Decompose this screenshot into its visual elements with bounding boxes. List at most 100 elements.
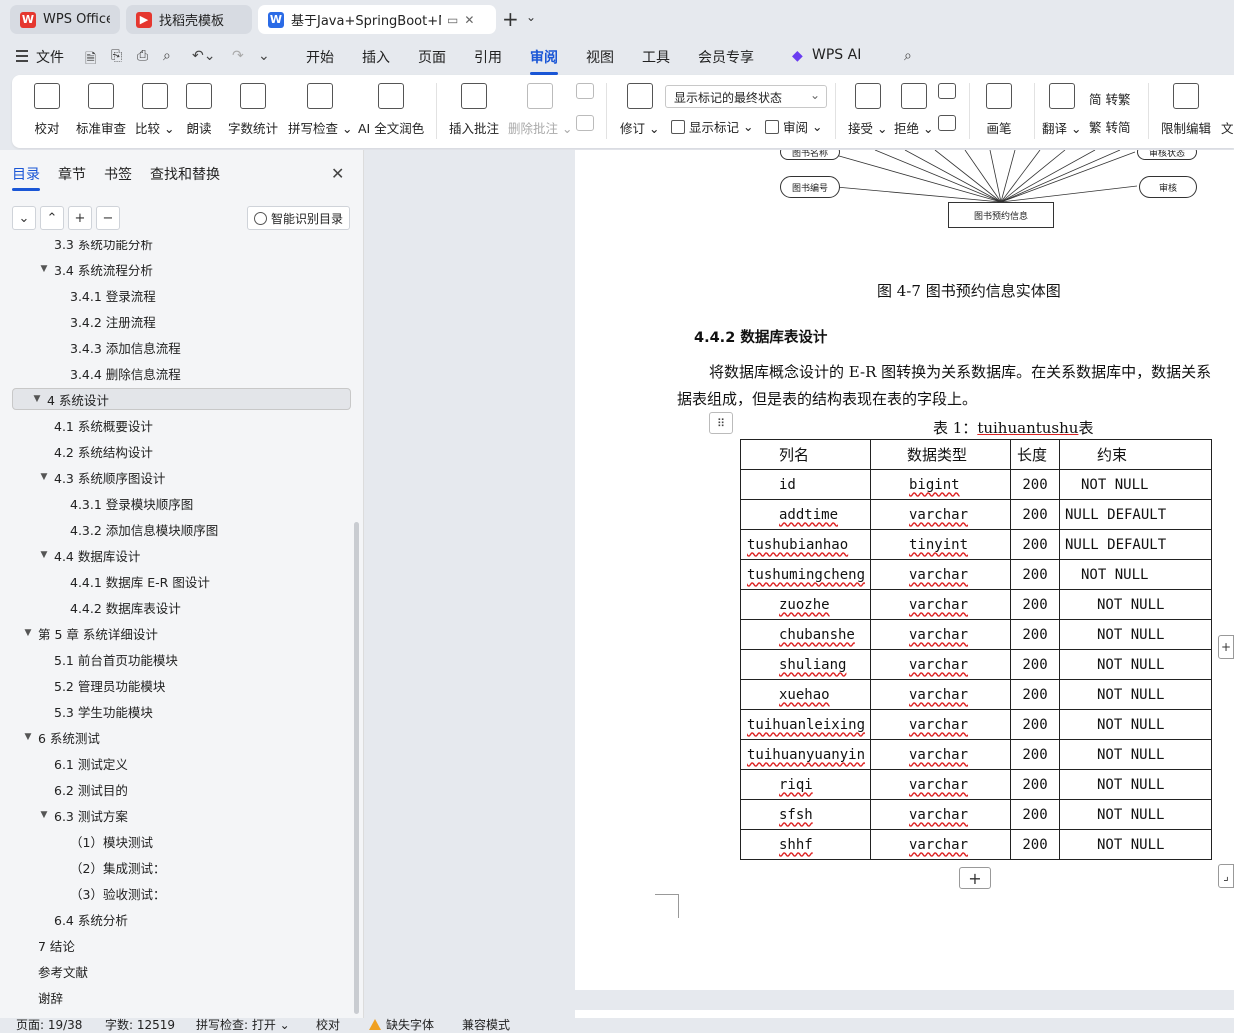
- close-tab-icon[interactable]: ✕: [464, 13, 474, 27]
- to-traditional-button[interactable]: 简 转繁: [1089, 89, 1130, 108]
- table-cell[interactable]: NOT NULL: [1059, 679, 1212, 710]
- table-cell[interactable]: varchar: [870, 589, 1011, 620]
- toc-item[interactable]: 4.3.1 登录模块顺序图: [12, 492, 351, 514]
- collapse-triangle-icon[interactable]: ▼: [38, 810, 50, 820]
- prev-comment-button[interactable]: [576, 83, 594, 99]
- table-cell[interactable]: 200: [1010, 499, 1060, 530]
- table-cell[interactable]: zuozhe: [740, 589, 871, 620]
- quick-access-chevron-icon[interactable]: ⌄: [258, 48, 270, 64]
- restrict-edit-button[interactable]: 限制编辑: [1161, 83, 1211, 137]
- table-cell[interactable]: 200: [1010, 799, 1060, 830]
- proofread-button[interactable]: 校对: [34, 83, 60, 137]
- hamburger-icon[interactable]: [16, 50, 28, 65]
- missing-font-status[interactable]: 缺失字体: [369, 1018, 434, 1033]
- toc-item[interactable]: 5.1 前台首页功能模块: [12, 648, 351, 670]
- toc-item[interactable]: 谢辞: [12, 986, 351, 1008]
- table-cell[interactable]: tuihuanleixing: [740, 709, 871, 740]
- table-cell[interactable]: shhf: [740, 829, 871, 860]
- table-cell[interactable]: varchar: [870, 559, 1011, 590]
- read-aloud-button[interactable]: 朗读: [186, 83, 212, 137]
- export-icon[interactable]: ⎘: [111, 48, 122, 64]
- menu-page[interactable]: 页面: [418, 47, 446, 67]
- toc-item[interactable]: （3）验收测试：: [12, 882, 351, 904]
- table-cell[interactable]: 200: [1010, 829, 1060, 860]
- table-cell[interactable]: 200: [1010, 769, 1060, 800]
- table-cell[interactable]: 200: [1010, 559, 1060, 590]
- toc-item[interactable]: 7 结论: [12, 934, 351, 956]
- table-cell[interactable]: id: [740, 469, 871, 500]
- toc-item[interactable]: （1）模块测试: [12, 830, 351, 852]
- table-cell[interactable]: xuehao: [740, 679, 871, 710]
- new-tab-icon[interactable]: +: [502, 7, 519, 31]
- table-cell[interactable]: tushumingcheng: [740, 559, 871, 590]
- show-markup-button[interactable]: 显示标记 ⌄: [671, 117, 753, 136]
- tab-chapters[interactable]: 章节: [58, 164, 86, 184]
- spell-check-button[interactable]: 拼写检查 ⌄: [288, 83, 352, 137]
- table-cell[interactable]: 200: [1010, 619, 1060, 650]
- table-cell[interactable]: varchar: [870, 499, 1011, 530]
- table-cell[interactable]: 200: [1010, 709, 1060, 740]
- table-cell[interactable]: varchar: [870, 619, 1011, 650]
- toc-item[interactable]: ▼ 4.4 数据库设计: [12, 544, 351, 566]
- toc-item[interactable]: 4.1 系统概要设计: [12, 414, 351, 436]
- reject-button[interactable]: 拒绝 ⌄: [894, 83, 933, 137]
- table-cell[interactable]: 200: [1010, 649, 1060, 680]
- review-pane-button[interactable]: 审阅 ⌄: [765, 117, 822, 136]
- table-cell[interactable]: 200: [1010, 739, 1060, 770]
- toc-item[interactable]: 6.2 测试目的: [12, 778, 351, 800]
- table-cell[interactable]: NULL DEFAULT: [1059, 499, 1212, 530]
- toc-item[interactable]: 5.3 学生功能模块: [12, 700, 351, 722]
- toc-item[interactable]: 3.3 系统功能分析: [12, 240, 351, 254]
- toc-item[interactable]: 4.3.2 添加信息模块顺序图: [12, 518, 351, 540]
- spell-check-status[interactable]: 拼写检查: 打开 ⌄: [196, 1018, 290, 1033]
- table-cell[interactable]: NOT NULL: [1059, 619, 1212, 650]
- table-cell[interactable]: sfsh: [740, 799, 871, 830]
- undo-icon[interactable]: ↶⌄: [192, 48, 215, 64]
- monitor-icon[interactable]: ▭: [447, 13, 458, 27]
- nav-scrollbar[interactable]: [354, 522, 359, 1014]
- to-simplified-button[interactable]: 繁 转简: [1089, 117, 1130, 136]
- table-cell[interactable]: tuihuanyuanyin: [740, 739, 871, 770]
- redo-icon[interactable]: ↷: [232, 48, 244, 64]
- collapse-triangle-icon[interactable]: ▼: [22, 732, 34, 742]
- table-cell[interactable]: varchar: [870, 709, 1011, 740]
- table-cell[interactable]: 200: [1010, 529, 1060, 560]
- table-cell[interactable]: bigint: [870, 469, 1011, 500]
- table-cell[interactable]: NOT NULL: [1059, 589, 1212, 620]
- tab-wps-office[interactable]: W WPS Office: [10, 5, 120, 34]
- table-cell[interactable]: NOT NULL: [1059, 559, 1212, 590]
- toc-item[interactable]: ▼ 3.4 系统流程分析: [12, 258, 351, 280]
- tab-bookmarks[interactable]: 书签: [104, 164, 132, 184]
- table-cell[interactable]: shuliang: [740, 649, 871, 680]
- toc-item[interactable]: 3.4.3 添加信息流程: [12, 336, 351, 358]
- menu-tools[interactable]: 工具: [642, 47, 670, 67]
- menu-wps-ai[interactable]: WPS AI: [812, 47, 861, 63]
- page-indicator[interactable]: 页面: 19/38: [16, 1018, 82, 1033]
- ai-polish-button[interactable]: AI 全文润色: [358, 83, 424, 137]
- insert-comment-button[interactable]: 插入批注: [449, 83, 499, 137]
- expand-table-icon[interactable]: ⌟: [1218, 864, 1234, 888]
- toc-item[interactable]: ▼ 第 5 章 系统详细设计: [12, 622, 351, 644]
- menu-review[interactable]: 审阅: [530, 47, 558, 75]
- toc-item[interactable]: 3.4.2 注册流程: [12, 310, 351, 332]
- table-cell[interactable]: 200: [1010, 679, 1060, 710]
- toc-item[interactable]: 6.1 测试定义: [12, 752, 351, 774]
- collapse-triangle-icon[interactable]: ▼: [38, 264, 50, 274]
- toc-item[interactable]: 3.4.1 登录流程: [12, 284, 351, 306]
- table-cell[interactable]: NOT NULL: [1059, 469, 1212, 500]
- expand-icon[interactable]: ⌄: [12, 206, 36, 230]
- compare-button[interactable]: 比较 ⌄: [135, 83, 174, 137]
- add-icon[interactable]: +: [68, 206, 92, 230]
- table-cell[interactable]: varchar: [870, 799, 1011, 830]
- toc-item[interactable]: 4.4.1 数据库 E-R 图设计: [12, 570, 351, 592]
- tab-list-chevron-icon[interactable]: ⌄: [526, 10, 536, 24]
- toc-item[interactable]: 4.4.2 数据库表设计: [12, 596, 351, 618]
- prev-change-button[interactable]: [938, 83, 956, 99]
- table-cell[interactable]: NOT NULL: [1059, 799, 1212, 830]
- table-cell[interactable]: varchar: [870, 829, 1011, 860]
- table-cell[interactable]: varchar: [870, 739, 1011, 770]
- word-count-button[interactable]: 字数统计: [228, 83, 278, 137]
- table-cell[interactable]: varchar: [870, 649, 1011, 680]
- smart-toc-button[interactable]: 智能识别目录: [247, 206, 351, 230]
- add-column-icon[interactable]: +: [1218, 635, 1234, 659]
